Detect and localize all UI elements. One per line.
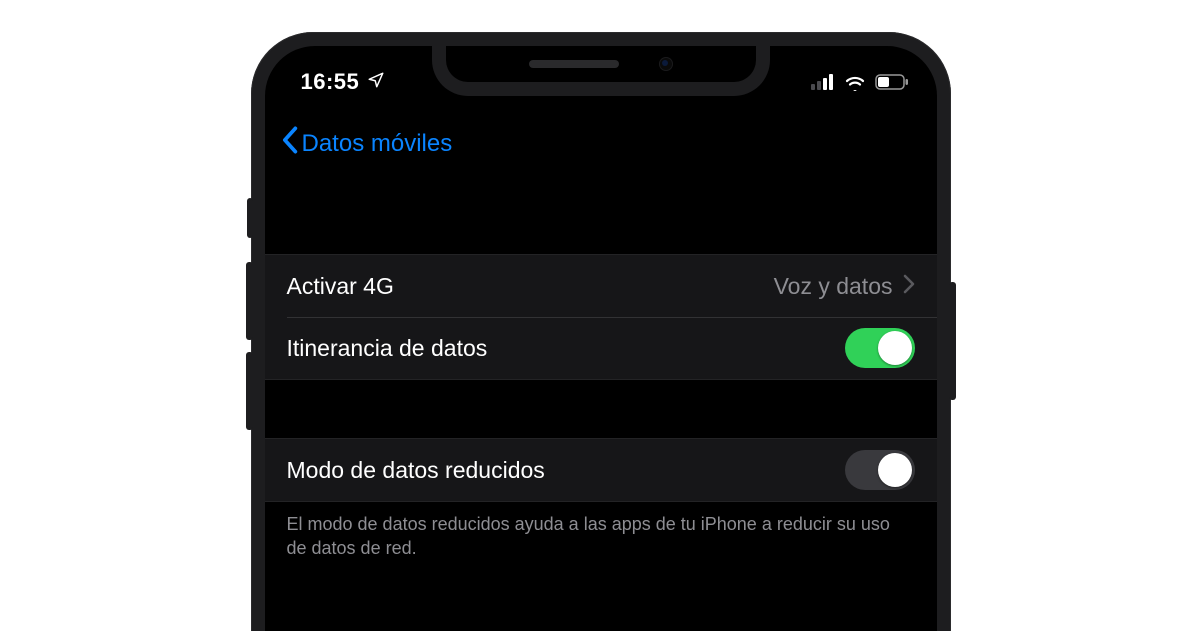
- location-icon: [367, 69, 385, 95]
- nav-header: Datos móviles: [265, 116, 937, 175]
- wifi-icon: [843, 73, 867, 91]
- notch: [446, 46, 756, 82]
- row-enable-4g[interactable]: Activar 4G Voz y datos: [265, 255, 937, 317]
- row-enable-4g-label: Activar 4G: [287, 273, 394, 300]
- row-enable-4g-value: Voz y datos: [774, 273, 893, 300]
- row-data-roaming: Itinerancia de datos: [265, 317, 937, 379]
- phone-screen: 16:55: [265, 46, 937, 631]
- settings-group-lowdata: Modo de datos reducidos: [265, 438, 937, 502]
- volume-down-button[interactable]: [246, 352, 253, 430]
- mute-switch[interactable]: [247, 198, 253, 238]
- cellular-signal-icon: [811, 74, 835, 90]
- settings-group-cellular: Activar 4G Voz y datos Itinerancia de da…: [265, 254, 937, 380]
- status-bar-left: 16:55: [301, 69, 386, 95]
- chevron-right-icon: [903, 273, 915, 300]
- row-data-roaming-label: Itinerancia de datos: [287, 335, 488, 362]
- toggle-knob: [878, 453, 912, 487]
- settings-content: Activar 4G Voz y datos Itinerancia de da…: [265, 196, 937, 561]
- status-time: 16:55: [301, 69, 360, 95]
- low-data-mode-toggle[interactable]: [845, 450, 915, 490]
- data-roaming-toggle[interactable]: [845, 328, 915, 368]
- row-enable-4g-value-wrap: Voz y datos: [774, 273, 915, 300]
- low-data-mode-footer: El modo de datos reducidos ayuda a las a…: [265, 502, 937, 561]
- phone-frame: 16:55: [251, 32, 951, 631]
- row-low-data-mode: Modo de datos reducidos: [265, 439, 937, 501]
- back-button[interactable]: Datos móviles: [281, 126, 453, 161]
- status-bar-right: [811, 73, 909, 91]
- front-camera: [659, 57, 673, 71]
- row-low-data-mode-label: Modo de datos reducidos: [287, 457, 545, 484]
- earpiece-speaker: [529, 60, 619, 68]
- toggle-knob: [878, 331, 912, 365]
- back-label: Datos móviles: [302, 130, 453, 158]
- volume-up-button[interactable]: [246, 262, 253, 340]
- chevron-left-icon: [281, 126, 298, 161]
- viewport: 16:55: [0, 0, 1201, 631]
- power-button[interactable]: [949, 282, 956, 400]
- battery-icon: [875, 74, 909, 90]
